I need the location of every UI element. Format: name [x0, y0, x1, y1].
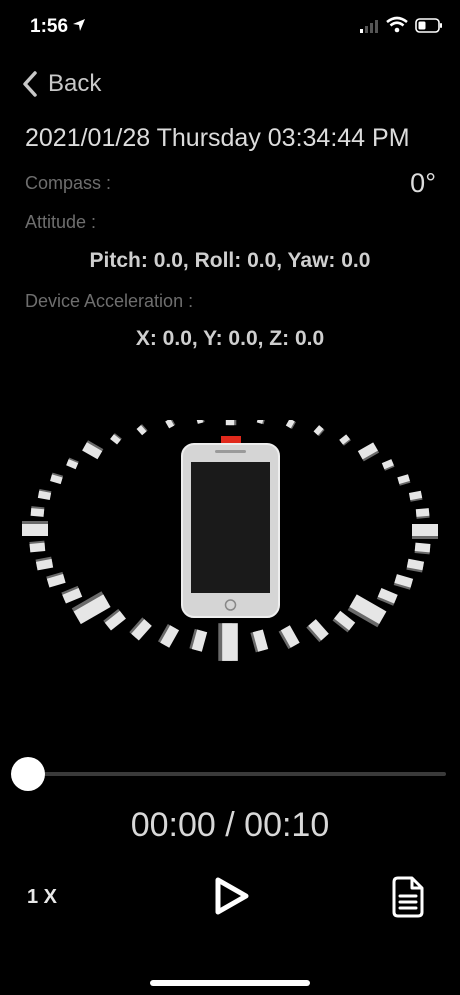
- status-time: 1:56: [30, 16, 69, 37]
- battery-icon: [415, 18, 442, 33]
- device-orientation-visualization: [22, 420, 438, 661]
- status-bar: 1:56: [0, 0, 460, 56]
- phone-model: [181, 436, 280, 618]
- document-icon: [392, 876, 424, 918]
- playback-track[interactable]: [28, 772, 446, 776]
- play-icon: [215, 877, 249, 915]
- acceleration-label: Device Acceleration :: [25, 291, 194, 311]
- acceleration-value: X: 0.0, Y: 0.0, Z: 0.0: [135, 327, 325, 350]
- back-button[interactable]: Back: [22, 70, 101, 98]
- attitude-value: Pitch: 0.0, Roll: 0.0, Yaw: 0.0: [89, 249, 371, 272]
- compass-label: Compass :: [25, 173, 112, 193]
- wifi-icon: [386, 16, 408, 33]
- play-button[interactable]: [208, 874, 252, 923]
- location-arrow-icon: [73, 19, 85, 31]
- cellular-signal-icon: [360, 20, 378, 33]
- record-datetime: 2021/01/28 Thursday 03:34:44 PM: [25, 124, 410, 152]
- document-button[interactable]: [390, 876, 426, 923]
- speed-button[interactable]: 1 X: [27, 886, 57, 909]
- compass-value: 0°: [410, 168, 436, 198]
- home-indicator: [150, 980, 310, 986]
- playback-slider-thumb[interactable]: [11, 757, 45, 791]
- chevron-left-icon: [23, 71, 37, 97]
- attitude-label: Attitude :: [25, 212, 97, 232]
- back-label: Back: [48, 70, 102, 97]
- playback-time: 00:00 / 00:10: [130, 806, 330, 844]
